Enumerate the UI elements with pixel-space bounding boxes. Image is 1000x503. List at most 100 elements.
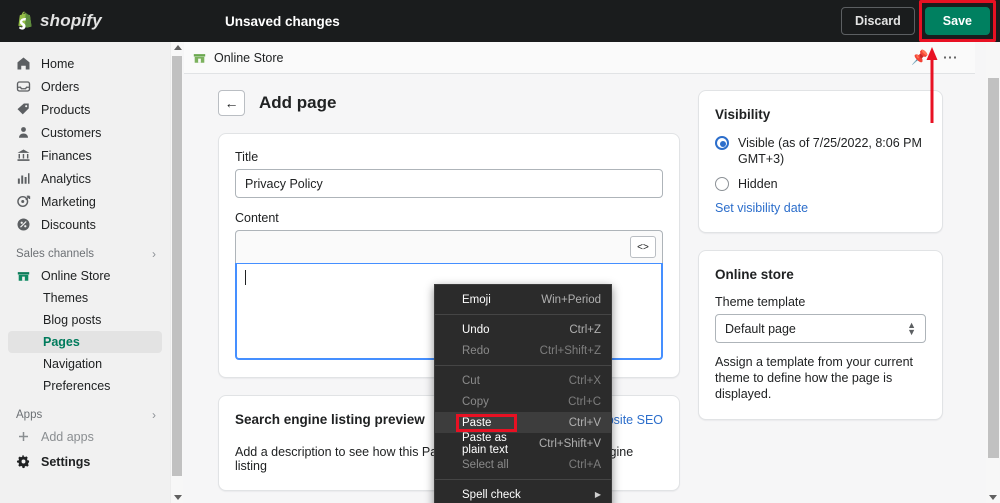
sidebar-item-discounts[interactable]: Discounts	[8, 213, 162, 236]
page-scrollbar[interactable]	[986, 42, 1000, 503]
context-menu-item-paste[interactable]: Paste Ctrl+V	[435, 412, 611, 433]
context-menu[interactable]: Emoji Win+Period Undo Ctrl+Z Redo Ctrl+Shift+…	[434, 284, 612, 503]
unsaved-changes-label: Unsaved changes	[225, 13, 340, 29]
submenu-arrow-icon: ▶	[594, 490, 601, 499]
sidebar-item-navigation[interactable]: Navigation	[8, 353, 162, 375]
save-button[interactable]: Save	[924, 7, 990, 35]
html-code-view-button[interactable]: <>	[630, 236, 656, 258]
context-menu-item-shortcut: Ctrl+X	[568, 374, 601, 387]
sidebar-item-themes[interactable]: Themes	[8, 287, 162, 309]
context-menu-item-label: Select all	[462, 458, 509, 471]
shopify-logo[interactable]: shopify	[14, 11, 102, 32]
sidebar: Home Orders Products Customers Finances …	[0, 42, 170, 503]
visibility-option-visible[interactable]: Visible (as of 7/25/2022, 8:06 PM GMT+3)	[715, 135, 926, 167]
sidebar-item-label: Finances	[41, 148, 92, 163]
title-field-label: Title	[235, 150, 259, 164]
scroll-up-arrow-icon[interactable]	[174, 45, 182, 50]
sidebar-item-label: Customers	[41, 125, 102, 140]
sidebar-item-home[interactable]: Home	[8, 52, 162, 75]
sidebar-item-customers[interactable]: Customers	[8, 121, 162, 144]
sidebar-item-label: Add apps	[41, 429, 94, 444]
top-bar: shopify Unsaved changes Discard Save	[0, 0, 1000, 42]
gear-icon	[16, 455, 30, 469]
context-menu-item-paste-as-plain-text[interactable]: Paste as plain text Ctrl+Shift+V	[435, 431, 611, 456]
visibility-body: Visibility Visible (as of 7/25/2022, 8:0…	[699, 91, 942, 232]
top-bar-actions: Discard Save	[840, 0, 996, 42]
apps-label: Apps	[16, 409, 43, 421]
shopify-bag-icon	[18, 11, 32, 30]
discard-button[interactable]: Discard	[840, 7, 915, 35]
context-menu-item-redo: Redo Ctrl+Shift+Z	[435, 340, 611, 361]
seo-preview-title: Search engine listing preview	[235, 412, 425, 427]
context-menu-item-label: Paste	[462, 416, 492, 429]
sidebar-item-analytics[interactable]: Analytics	[8, 167, 162, 190]
sidebar-section-apps[interactable]: Apps ›	[16, 408, 156, 422]
sidebar-item-label: Navigation	[43, 357, 103, 371]
chevron-right-icon: ›	[152, 247, 156, 261]
context-menu-separator	[435, 479, 611, 480]
context-menu-item-select-all: Select all Ctrl+A	[435, 454, 611, 475]
sidebar-item-label: Blog posts	[43, 313, 102, 327]
sidebar-item-label: Marketing	[41, 194, 96, 209]
marketing-target-icon	[17, 195, 31, 208]
more-horizontal-icon[interactable]: ⋯	[943, 50, 960, 65]
red-arrow-icon	[926, 47, 938, 123]
sidebar-item-finances[interactable]: Finances	[8, 144, 162, 167]
visibility-option-hidden[interactable]: Hidden	[715, 176, 926, 192]
sidebar-item-products[interactable]: Products	[8, 98, 162, 121]
chevron-up-down-icon: ▲ ▼	[907, 319, 916, 337]
context-menu-item-copy: Copy Ctrl+C	[435, 391, 611, 412]
context-menu-item-shortcut: Win+Period	[541, 293, 601, 306]
finances-bank-icon	[17, 149, 30, 161]
theme-template-select[interactable]: Default page ▲ ▼	[715, 314, 926, 343]
online-store-icon	[193, 54, 206, 63]
title-input[interactable]: Privacy Policy	[235, 169, 663, 198]
set-visibility-date-link[interactable]: Set visibility date	[715, 201, 926, 215]
sidebar-section-sales-channels[interactable]: Sales channels ›	[16, 247, 156, 261]
context-menu-item-label: Paste as plain text	[462, 431, 509, 456]
sidebar-item-orders[interactable]: Orders	[8, 75, 162, 98]
radio-visible[interactable]	[715, 136, 729, 150]
page-scrollbar-thumb[interactable]	[988, 78, 999, 458]
back-button[interactable]: ←	[218, 90, 245, 116]
context-menu-item-label: Spell check	[462, 488, 521, 501]
side-column: Visibility Visible (as of 7/25/2022, 8:0…	[698, 90, 943, 491]
breadcrumb[interactable]: Online Store	[192, 50, 283, 65]
sidebar-item-preferences[interactable]: Preferences	[8, 375, 162, 397]
context-menu-item-shortcut: Ctrl+V	[568, 416, 601, 429]
context-menu-separator	[435, 365, 611, 366]
scroll-down-arrow-icon[interactable]	[989, 495, 997, 500]
sidebar-item-add-apps[interactable]: Add apps	[8, 425, 162, 448]
sidebar-scrollbar[interactable]	[170, 42, 183, 503]
sidebar-item-marketing[interactable]: Marketing	[8, 190, 162, 213]
save-pointer-arrow-annotation	[925, 45, 939, 123]
shopify-admin-window: shopify Unsaved changes Discard Save Hom…	[0, 0, 1000, 503]
sidebar-scrollbar-thumb[interactable]	[172, 56, 182, 476]
context-menu-separator	[435, 314, 611, 315]
online-store-body: Online store Theme template Default page…	[699, 251, 942, 419]
plus-icon	[19, 432, 28, 441]
breadcrumb-actions: 📌 ⋯	[911, 49, 967, 66]
sidebar-item-pages[interactable]: Pages	[8, 331, 162, 353]
scroll-down-arrow-icon[interactable]	[174, 495, 182, 500]
context-menu-item-label: Redo	[462, 344, 490, 357]
visibility-visible-label: Visible (as of 7/25/2022, 8:06 PM GMT+3)	[738, 136, 922, 166]
context-menu-item-spell-check[interactable]: Spell check ▶	[435, 484, 611, 503]
context-menu-item-cut: Cut Ctrl+X	[435, 370, 611, 391]
brand-name: shopify	[40, 11, 102, 30]
sidebar-item-online-store[interactable]: Online Store	[8, 264, 162, 287]
context-menu-item-emoji[interactable]: Emoji Win+Period	[435, 289, 611, 310]
context-menu-item-label: Undo	[462, 323, 490, 336]
products-tag-icon	[17, 103, 29, 115]
context-menu-item-shortcut: Ctrl+Z	[569, 323, 601, 336]
visibility-title: Visibility	[715, 107, 771, 122]
sidebar-item-settings[interactable]: Settings	[8, 450, 162, 473]
sidebar-item-blog-posts[interactable]: Blog posts	[8, 309, 162, 331]
radio-hidden[interactable]	[715, 177, 729, 191]
context-menu-item-label: Copy	[462, 395, 489, 408]
customers-person-icon	[19, 127, 28, 138]
context-menu-item-undo[interactable]: Undo Ctrl+Z	[435, 319, 611, 340]
text-cursor	[245, 270, 246, 285]
breadcrumb-bar: Online Store 📌 ⋯	[184, 42, 975, 74]
sidebar-item-label: Preferences	[43, 379, 111, 393]
